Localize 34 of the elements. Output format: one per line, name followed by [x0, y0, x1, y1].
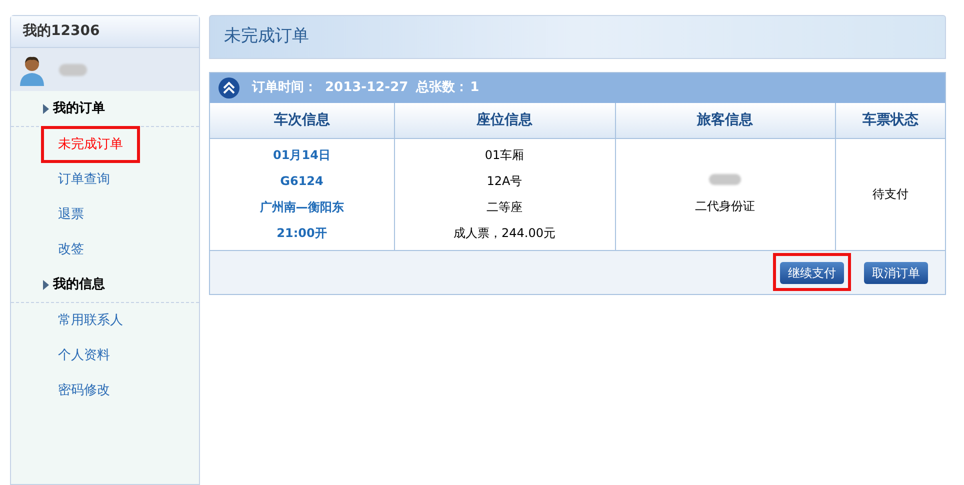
sidebar-title: 我的12306	[23, 22, 100, 41]
ticket-count: 1	[470, 79, 480, 98]
nav-link[interactable]: 密码修改	[41, 372, 127, 410]
table-cell-text: G6124	[280, 173, 324, 190]
table-cell-text: 12A号	[486, 173, 522, 190]
table-cell-text: 成人票，244.00元	[454, 225, 556, 242]
column-header: 车次信息	[210, 103, 394, 138]
column-header: 旅客信息	[615, 103, 835, 138]
nav-link[interactable]: 退票	[41, 196, 101, 234]
order-time: 2013-12-27	[325, 79, 408, 98]
column-header: 座位信息	[394, 103, 615, 138]
nav-link[interactable]: 改签	[41, 230, 101, 268]
ticket-count-label: 总张数：	[416, 79, 468, 98]
triangle-icon	[43, 280, 49, 290]
nav-link[interactable]: 个人资料	[41, 336, 127, 374]
nav-link[interactable]: 未完成订单	[41, 126, 140, 164]
order-time-label: 订单时间：	[252, 79, 317, 98]
table-cell-text: 待支付	[872, 186, 908, 203]
section-heading: 我的订单	[53, 100, 105, 118]
nav-link[interactable]: 常用联系人	[41, 302, 140, 340]
nav-link[interactable]: 订单查询	[41, 160, 127, 198]
column-header: 车票状态	[835, 103, 945, 138]
page-title: 未完成订单	[224, 25, 309, 48]
table-cell-text: 二等座	[486, 199, 522, 216]
table-cell-text: 01月14日	[273, 147, 330, 164]
action-button[interactable]: 取消订单	[864, 262, 928, 284]
table-cell-text: 01车厢	[484, 147, 524, 164]
table-cell-text: 广州南—衡阳东	[260, 199, 344, 216]
action-button[interactable]: 继续支付	[780, 262, 844, 284]
table-cell-text: 二代身份证	[695, 198, 755, 214]
collapse-icon[interactable]	[218, 77, 240, 99]
section-heading: 我的信息	[53, 276, 105, 294]
table-cell-text: 21:00开	[276, 225, 327, 242]
triangle-icon	[43, 104, 49, 114]
